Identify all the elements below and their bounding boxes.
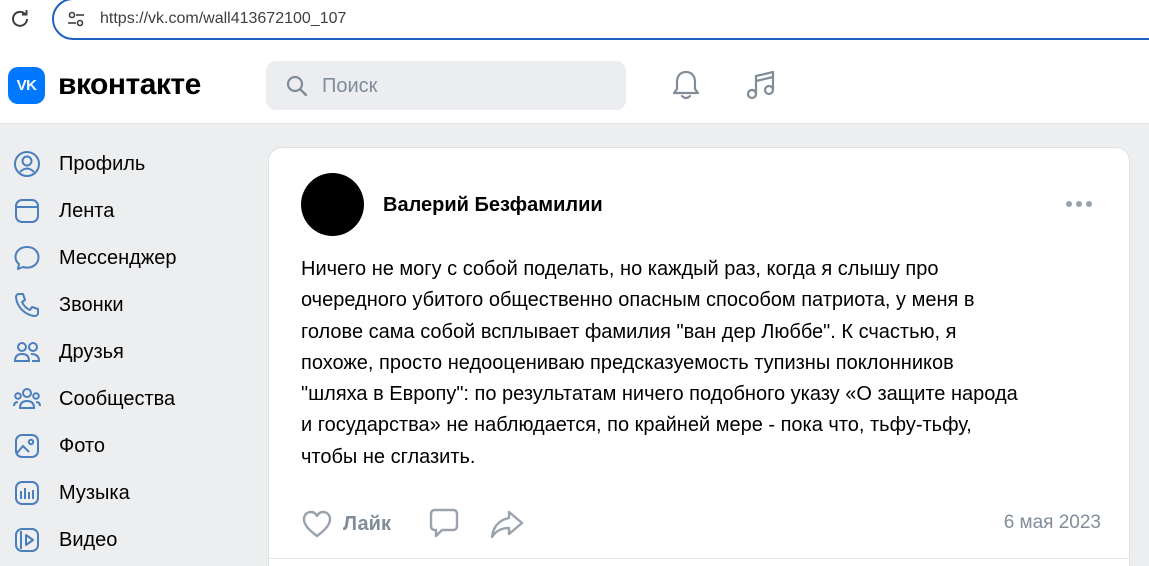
video-icon — [15, 528, 39, 552]
url-text[interactable]: https://vk.com/wall413672100_107 — [100, 10, 346, 28]
sidebar-item-music[interactable]: Музыка — [12, 475, 242, 511]
wall-post: Валерий Безфамилии Ничего не могу с собо… — [268, 147, 1130, 566]
comment-icon[interactable] — [427, 506, 461, 540]
avatar[interactable] — [301, 173, 364, 236]
messenger-icon — [14, 246, 40, 270]
vk-header: VK вконтакте Поиск — [0, 46, 1149, 124]
post-text-line: голове сама собой всплывает фамилия "ван… — [301, 320, 957, 343]
post-text-line: похоже, просто недооцениваю предсказуемо… — [301, 351, 954, 374]
post-date[interactable]: 6 мая 2023 — [1004, 512, 1101, 534]
sidebar-item-label: Лента — [59, 199, 115, 222]
sidebar-item-label: Сообщества — [59, 387, 176, 410]
sidebar-item-friends[interactable]: Друзья — [12, 334, 242, 370]
sidebar-item-label: Мессенджер — [59, 246, 177, 269]
like-label: Лайк — [343, 512, 391, 535]
like-button[interactable]: Лайк — [301, 504, 391, 544]
sidebar-item-label: Музыка — [59, 481, 130, 504]
sidebar-item-label: Видео — [59, 528, 118, 551]
sidebar-item-label: Друзья — [59, 340, 124, 363]
more-options-icon[interactable] — [1065, 198, 1093, 210]
sidebar-item-profile[interactable]: Профиль — [12, 146, 242, 182]
sidebar-item-feed[interactable]: Лента — [12, 193, 242, 229]
feed-icon — [15, 199, 39, 223]
sidebar-item-label: Звонки — [59, 293, 124, 316]
site-info-icon[interactable] — [66, 9, 86, 29]
music-icon[interactable] — [744, 68, 778, 102]
sidebar-item-label: Профиль — [59, 152, 146, 175]
sidebar-item-video[interactable]: Видео — [12, 522, 242, 558]
music-icon — [15, 481, 39, 505]
bell-icon[interactable] — [670, 68, 702, 102]
profile-icon — [14, 151, 40, 177]
post-text-line: "шляха в Европу": по результатам ничего … — [301, 383, 1018, 406]
sidebar-item-messenger[interactable]: Мессенджер — [12, 240, 242, 276]
post-text: Ничего не могу с собой поделать, но кажд… — [301, 254, 1101, 473]
vk-logo-text[interactable]: вконтакте — [58, 68, 201, 102]
sidebar-item-communities[interactable]: Сообщества — [12, 381, 242, 417]
post-text-line: очередного убитого общественно опасным с… — [301, 289, 975, 312]
sidebar-item-label: Фото — [59, 434, 105, 457]
communities-icon — [13, 388, 41, 409]
vk-logo-icon[interactable]: VK — [8, 67, 45, 104]
post-actions: Лайк 6 мая 2023 — [301, 504, 1101, 544]
photo-icon — [15, 434, 39, 458]
search-input[interactable]: Поиск — [266, 61, 626, 110]
share-icon[interactable] — [489, 508, 525, 540]
search-placeholder: Поиск — [322, 75, 378, 97]
post-author[interactable]: Валерий Безфамилии — [383, 194, 603, 217]
browser-toolbar: https://vk.com/wall413672100_107 — [0, 0, 1149, 46]
phone-icon — [15, 293, 39, 317]
address-bar[interactable]: https://vk.com/wall413672100_107 — [52, 0, 1149, 40]
sidebar-item-calls[interactable]: Звонки — [12, 287, 242, 323]
friends-icon — [13, 342, 41, 362]
post-text-line: Ничего не могу с собой поделать, но кажд… — [301, 258, 939, 280]
post-text-line: и государства» не наблюдается, по крайне… — [301, 414, 972, 437]
heart-icon — [302, 510, 332, 538]
reload-icon[interactable] — [10, 8, 30, 28]
post-divider — [269, 558, 1129, 559]
search-icon — [286, 75, 308, 97]
post-text-line: чтобы не сглазить. — [301, 445, 476, 468]
sidebar-item-photos[interactable]: Фото — [12, 428, 242, 464]
